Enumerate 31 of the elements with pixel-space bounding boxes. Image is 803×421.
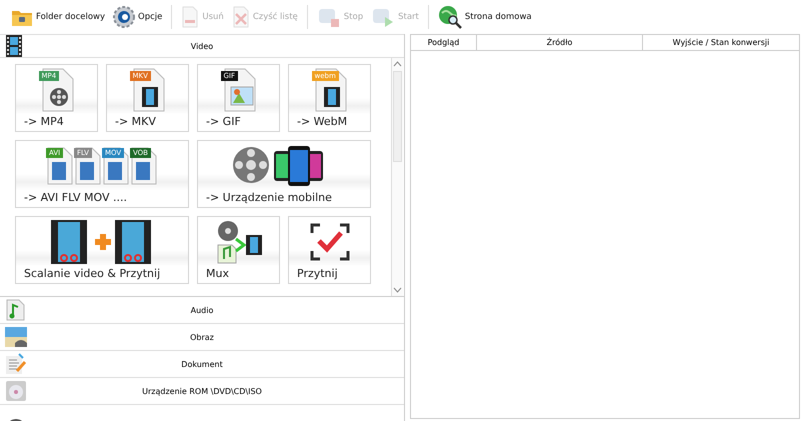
category-row[interactable]: Dokument [0, 351, 404, 378]
category-row[interactable]: Obraz [0, 324, 404, 351]
convert-tile[interactable]: -> Urządzenie mobilne [197, 140, 371, 208]
music-note-file-icon [5, 299, 25, 321]
globe-magnifier-icon [438, 5, 462, 29]
scroll-down-icon [393, 287, 402, 293]
convert-tile[interactable]: Przytnij [288, 216, 371, 284]
category-row[interactable]: Audio [0, 297, 404, 324]
gear-icon [113, 6, 136, 28]
column-header[interactable]: Źródło [477, 35, 643, 50]
toolbar-button[interactable]: Strona domowa [434, 3, 535, 31]
toolbar-button[interactable]: Folder docelowy [8, 5, 108, 29]
section-header[interactable]: Video [0, 34, 404, 58]
landscape-thumbnail-icon [5, 327, 27, 347]
document-pencil-icon [5, 353, 27, 375]
play-icon [371, 6, 396, 28]
scroll-up-icon [393, 61, 402, 67]
document-cross-icon [232, 6, 250, 28]
toolbar-button[interactable]: Opcje [110, 4, 166, 30]
convert-tile[interactable]: Mux [197, 216, 280, 284]
section-title: Video [190, 42, 214, 50]
stop-icon [316, 6, 341, 28]
scrollbar[interactable] [391, 58, 403, 296]
category-row[interactable]: Urządzenie ROM \DVD\CD\ISO [0, 378, 404, 405]
column-header[interactable]: Wyjście / Stan konwersji [643, 35, 799, 50]
document-minus-icon [181, 6, 200, 28]
convert-tile[interactable]: Scalanie video & Przytnij [15, 216, 189, 284]
column-header[interactable]: Podgląd [411, 35, 477, 50]
disc-drive-icon [5, 380, 27, 402]
film-strip-icon [6, 35, 22, 57]
crop-check-icon [310, 223, 350, 261]
